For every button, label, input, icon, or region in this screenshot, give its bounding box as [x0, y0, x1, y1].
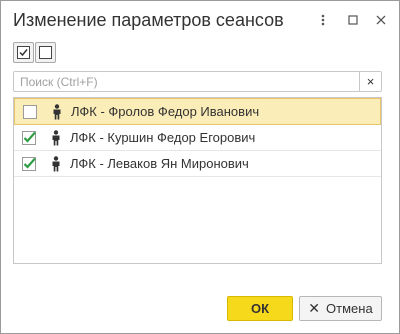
search-clear-button[interactable]: ×	[360, 71, 382, 92]
uncheck-all-button[interactable]	[35, 42, 56, 63]
check-all-icon	[17, 46, 30, 59]
ok-button[interactable]: ОК	[227, 296, 293, 321]
close-icon	[376, 15, 386, 25]
user-icon	[50, 155, 62, 172]
cancel-button[interactable]: ✕ Отмена	[299, 296, 382, 321]
list-item[interactable]: ЛФК - Леваков Ян Миронович	[14, 151, 381, 177]
list-item-label: ЛФК - Леваков Ян Миронович	[70, 156, 249, 171]
maximize-button[interactable]	[343, 10, 363, 30]
sessions-list[interactable]: ЛФК - Фролов Федор Иванович ЛФК - Куршин…	[13, 97, 382, 264]
maximize-icon	[348, 15, 358, 25]
search-input[interactable]	[13, 71, 360, 92]
more-menu-button[interactable]	[313, 10, 333, 30]
cancel-button-label: Отмена	[326, 301, 373, 316]
close-icon: ✕	[308, 300, 321, 316]
checkbox[interactable]	[21, 130, 37, 146]
user-icon	[50, 129, 62, 146]
checkbox[interactable]	[21, 156, 37, 172]
list-item-label: ЛФК - Куршин Федор Егорович	[70, 130, 256, 145]
checked-box-icon	[22, 156, 36, 171]
check-all-button[interactable]	[13, 42, 34, 63]
window-title: Изменение параметров сеансов	[13, 10, 284, 30]
list-item-label: ЛФК - Фролов Федор Иванович	[71, 104, 260, 119]
uncheck-all-icon	[39, 46, 52, 59]
list-item[interactable]: ЛФК - Фролов Федор Иванович	[14, 98, 381, 125]
close-button[interactable]	[371, 10, 391, 30]
unchecked-box-icon	[23, 104, 37, 119]
dialog-window: Изменение параметров сеансов ×	[0, 0, 400, 334]
more-vertical-icon	[321, 14, 325, 26]
checked-box-icon	[22, 130, 36, 145]
list-item[interactable]: ЛФК - Куршин Федор Егорович	[14, 125, 381, 151]
user-icon	[51, 103, 63, 120]
checkbox[interactable]	[22, 104, 38, 120]
